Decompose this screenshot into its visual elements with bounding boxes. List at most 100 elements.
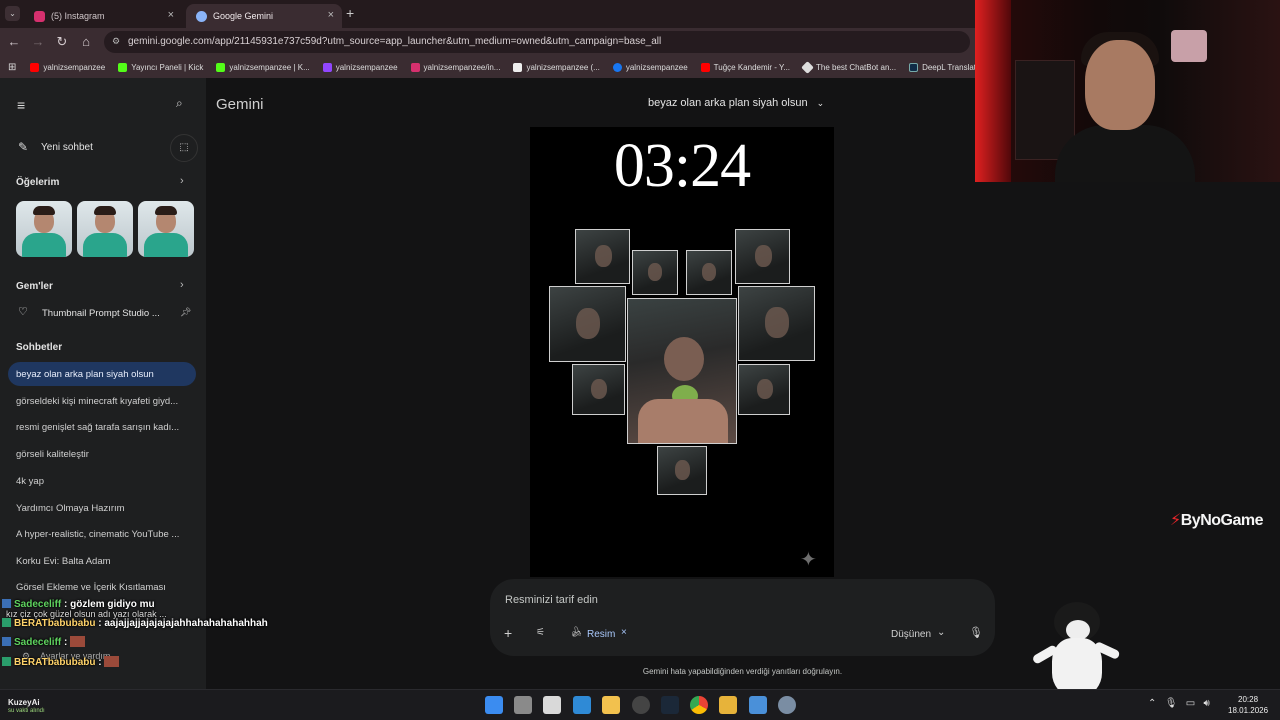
- brand-mark-icon: ⚡: [1170, 512, 1181, 529]
- chevron-down-icon[interactable]: ⌄: [937, 627, 945, 638]
- close-icon[interactable]: ×: [168, 9, 174, 21]
- mode-selector-label[interactable]: Düşünen: [891, 629, 931, 640]
- bookmark[interactable]: yalnizsempanzee: [322, 62, 398, 72]
- image-clock-text: 03:24: [613, 132, 751, 200]
- chat-item[interactable]: 4k yap: [16, 476, 192, 487]
- chat-item[interactable]: A hyper-realistic, cinematic YouTube ...: [16, 529, 192, 540]
- items-heading[interactable]: Öğelerim: [16, 177, 59, 188]
- chat-item[interactable]: beyaz olan arka plan siyah olsun: [16, 369, 192, 380]
- deepl-icon: [909, 62, 919, 72]
- chevron-right-icon[interactable]: ›: [180, 175, 184, 187]
- site-info-icon[interactable]: ⚙: [112, 36, 120, 47]
- badge-icon: [2, 657, 11, 666]
- tools-icon[interactable]: ⚟: [536, 627, 545, 638]
- chat-item[interactable]: Yardımcı Olmaya Hazırım: [16, 503, 192, 514]
- remove-tool-icon[interactable]: ×: [621, 627, 627, 638]
- paint-icon[interactable]: [749, 696, 767, 714]
- media-player-icon[interactable]: [719, 696, 737, 714]
- collage-photo: [738, 364, 790, 415]
- gems-heading[interactable]: Gem'ler: [16, 281, 53, 292]
- bookmark[interactable]: Yayıncı Paneli | Kick: [118, 62, 203, 72]
- new-chat-button[interactable]: Yeni sohbet: [41, 142, 93, 153]
- item-thumbnail[interactable]: [138, 201, 194, 257]
- chat-item[interactable]: görseldeki kişi minecraft kıyafeti giyd.…: [16, 396, 192, 407]
- apps-grid-icon[interactable]: ⊞: [8, 62, 16, 73]
- collage-center-photo: [627, 298, 737, 444]
- bookmark[interactable]: yalnizsempanzee | K...: [216, 62, 310, 72]
- add-icon[interactable]: +: [504, 625, 512, 641]
- gemini-icon: [196, 10, 207, 22]
- chats-heading: Sohbetler: [16, 342, 63, 353]
- stream-chat-message: BERATbabubabu :: [2, 656, 120, 668]
- tool-chip-label[interactable]: Resim: [587, 629, 615, 640]
- search-icon[interactable]: ⌕: [176, 96, 183, 111]
- new-tab-button[interactable]: +: [346, 5, 354, 21]
- taskbar: KuzeyAi su vakti alındı ⌃ 🎙︎ ▭ 🔊︎ 20:28 …: [0, 689, 1280, 720]
- prompt-input[interactable]: Resminizi tarif edin: [505, 594, 598, 606]
- item-thumbnail[interactable]: [16, 201, 72, 257]
- badge-icon: [2, 618, 11, 627]
- steam-icon[interactable]: [661, 696, 679, 714]
- photos-icon[interactable]: [573, 696, 591, 714]
- microphone-icon[interactable]: 🎙︎: [969, 626, 983, 639]
- bookmark[interactable]: The best ChatBot an...: [801, 60, 896, 74]
- bookmark[interactable]: yalnizsempanzee/in...: [410, 62, 500, 72]
- bookmarks-bar: ⊞ yalnizsempanzee Yayıncı Paneli | Kick …: [0, 56, 975, 78]
- bookmark[interactable]: yalnizsempanzee: [612, 62, 688, 72]
- url-text: gemini.google.com/app/21145931e737c59d?u…: [128, 36, 662, 47]
- bookmark[interactable]: DeepL Translate: [909, 62, 975, 72]
- weather-widget[interactable]: KuzeyAi su vakti alındı: [8, 698, 45, 716]
- chat-item[interactable]: görseli kaliteleştir: [16, 449, 192, 460]
- youtube-icon: [700, 62, 710, 72]
- item-thumbnail[interactable]: [77, 201, 133, 257]
- close-icon[interactable]: ×: [328, 9, 334, 21]
- file-explorer-icon[interactable]: [602, 696, 620, 714]
- chrome-icon[interactable]: [690, 696, 708, 714]
- reload-icon[interactable]: ↻: [54, 34, 70, 50]
- home-icon[interactable]: ⌂: [78, 34, 94, 49]
- chat-title-dropdown[interactable]: beyaz olan arka plan siyah olsun ⌄: [648, 97, 824, 109]
- chat-item[interactable]: Görsel Ekleme ve İçerik Kısıtlaması: [16, 582, 192, 593]
- stream-chat-message: Sadeceliff :: [2, 636, 86, 648]
- chevron-right-icon[interactable]: ›: [180, 279, 184, 291]
- temporary-chat-icon[interactable]: ⬚: [170, 134, 198, 162]
- gemini-sidebar: ≡ ⌕ ✎ Yeni sohbet ⬚ Öğelerim › Gem'ler ›…: [0, 78, 206, 689]
- disclaimer: Gemini hata yapabildiğinden verdiği yanı…: [642, 667, 843, 676]
- collage-photo: [632, 250, 678, 295]
- system-tray[interactable]: ⌃ 🎙︎ ▭ 🔊︎: [1148, 698, 1210, 709]
- app-title: Gemini: [216, 96, 264, 113]
- chat-item[interactable]: resmi genişlet sağ tarafa sarışın kadı..…: [16, 422, 192, 433]
- bookmark[interactable]: yalnizsempanzee: [30, 62, 105, 72]
- generated-image[interactable]: 03:24 ✦: [530, 127, 834, 577]
- menu-icon[interactable]: ≡: [17, 97, 25, 113]
- bookmark[interactable]: yalnizsempanzee (...: [513, 62, 600, 72]
- collage-photo: [657, 446, 707, 495]
- tab-gemini[interactable]: Google Gemini ×: [186, 4, 342, 28]
- chat-title-text: beyaz olan arka plan siyah olsun: [648, 97, 808, 109]
- task-view-icon[interactable]: [514, 696, 532, 714]
- brand-logo: ⚡ByNoGame: [1170, 512, 1263, 529]
- address-bar[interactable]: ⚙ gemini.google.com/app/21145931e737c59d…: [104, 31, 970, 53]
- collage-photo: [572, 364, 625, 415]
- facebook-icon: [612, 62, 622, 72]
- forward-icon[interactable]: →: [30, 34, 46, 49]
- settings-icon[interactable]: [778, 696, 796, 714]
- emote-icon: [70, 636, 86, 647]
- bookmark[interactable]: Tuğçe Kandemir - Y...: [700, 62, 790, 72]
- taskbar-clock[interactable]: 20:28 18.01.2026: [1228, 694, 1268, 716]
- tab-search-button[interactable]: ⌄: [5, 6, 20, 21]
- kick-icon: [118, 62, 128, 72]
- snipping-tool-icon[interactable]: [543, 696, 561, 714]
- back-icon[interactable]: ←: [6, 34, 22, 49]
- collage-photo: [686, 250, 732, 295]
- kick-icon: [216, 62, 226, 72]
- instagram-icon: [410, 62, 420, 72]
- tab-instagram[interactable]: (5) Instagram ×: [24, 4, 182, 28]
- gem-item[interactable]: Thumbnail Prompt Studio ...: [42, 308, 160, 319]
- start-icon[interactable]: [485, 696, 503, 714]
- youtube-icon: [30, 62, 40, 72]
- instagram-icon: [34, 10, 45, 22]
- chat-item[interactable]: Korku Evi: Balta Adam: [16, 556, 192, 567]
- obs-icon[interactable]: [632, 696, 650, 714]
- edit-icon: ✎: [18, 140, 29, 154]
